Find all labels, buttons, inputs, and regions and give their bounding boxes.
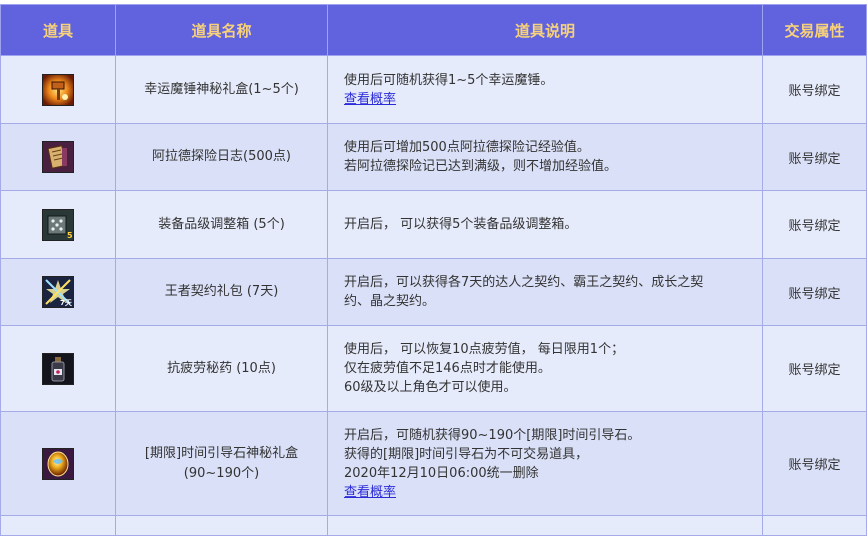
view-probability-link[interactable]: 查看概率 — [344, 483, 396, 502]
item-desc-line: 开启后， 可以获得5个装备品级调整箱。 — [344, 217, 578, 232]
item-name: 阿拉德探险日志(500点) — [152, 149, 291, 164]
table-row: [期限]时间引导石神秘礼盒 (90~190个) 开启后，可随机获得90~190个… — [0, 411, 867, 516]
item-name-cell: 幸运魔锤神秘礼盒(1~5个) — [115, 55, 328, 124]
icon-cell — [0, 123, 116, 191]
header-name: 道具名称 — [115, 4, 328, 56]
icon-cell — [0, 55, 116, 124]
header-desc: 道具说明 — [327, 4, 763, 56]
item-desc-line: 约、晶之契约。 — [344, 294, 436, 309]
trade-attribute: 账号绑定 — [762, 411, 867, 516]
item-name: 抗疲劳秘药 (10点) — [167, 360, 276, 376]
icon-cell: 5 — [0, 190, 116, 259]
item-name-quantity: (90~190个) — [183, 465, 260, 481]
grade-adjust-box-icon: 5 — [42, 208, 74, 241]
header-trade: 交易属性 — [762, 4, 867, 56]
time-guide-stone-box-icon — [42, 447, 74, 480]
king-contract-icon: 7天 — [42, 276, 74, 308]
item-name-cell: 阿拉德探险日志(500点) — [115, 123, 328, 191]
item-desc-cell: 开启后，可随机获得90~190个[期限]时间引导石。 获得的[期限]时间引导石为… — [327, 411, 763, 516]
item-desc-cell: 使用后可增加500点阿拉德探险记经验值。 若阿拉德探险记已达到满级，则不增加经验… — [327, 123, 763, 191]
item-name-cell: 王者契约礼包 (7天) — [115, 258, 328, 326]
item-table: 道具 道具名称 道具说明 交易属性 幸运魔锤神秘礼盒(1~5个) 使用后可随机获… — [0, 4, 867, 536]
trade-attribute: 账号绑定 — [762, 258, 867, 326]
trade-attribute: 账号绑定 — [762, 190, 867, 259]
item-desc-line: 若阿拉德探险记已达到满级，则不增加经验值。 — [344, 159, 618, 174]
table-row: 幸运魔锤神秘礼盒(1~5个) 使用后可随机获得1~5个幸运魔锤。 查看概率 账号… — [0, 55, 867, 124]
item-desc-cell: 使用后可随机获得1~5个幸运魔锤。 查看概率 — [327, 55, 763, 124]
item-name-cell: 装备品级调整箱 (5个) — [115, 190, 328, 259]
trade-attribute: 账号绑定 — [762, 123, 867, 191]
trade-attribute: 账号绑定 — [762, 55, 867, 124]
item-desc-cell: 使用后， 可以恢复10点疲劳值， 每日限用1个； 仅在疲劳值不足146点时才能使… — [327, 325, 763, 412]
item-desc-line: 开启后，可随机获得90~190个[期限]时间引导石。 — [344, 427, 641, 443]
item-name: [期限]时间引导石神秘礼盒 — [144, 445, 299, 461]
item-name-cell: 抗疲劳秘药 (10点) — [115, 325, 328, 412]
arad-journal-icon — [42, 141, 74, 173]
item-desc-line: 使用后， 可以恢复10点疲劳值， 每日限用1个； — [344, 342, 625, 357]
table-row: 阿拉德探险日志(500点) 使用后可增加500点阿拉德探险记经验值。 若阿拉德探… — [0, 123, 867, 191]
trade-attribute: 账号绑定 — [762, 325, 867, 412]
icon-cell — [0, 411, 116, 516]
table-row: 7天 王者契约礼包 (7天) 开启后，可以获得各7天的达人之契约、霸王之契约、成… — [0, 258, 867, 326]
svg-text:5: 5 — [67, 231, 73, 240]
item-desc-line: 仅在疲劳值不足146点时才能使用。 — [344, 361, 551, 376]
item-desc-cell: 开启后，可以获得各7天的达人之契约、霸王之契约、成长之契 约、晶之契约。 — [327, 258, 763, 326]
svg-text:7天: 7天 — [60, 299, 73, 307]
table-row: 抗疲劳秘药 (10点) 使用后， 可以恢复10点疲劳值， 每日限用1个； 仅在疲… — [0, 325, 867, 412]
item-desc-line: 2020年12月10日06:00统一删除 — [344, 465, 539, 481]
lucky-hammer-box-icon — [42, 73, 74, 106]
item-name: 装备品级调整箱 (5个) — [158, 216, 285, 232]
item-desc-line: 60级及以上角色才可以使用。 — [344, 380, 517, 395]
item-desc-cell: 开启后， 可以获得5个装备品级调整箱。 — [327, 190, 763, 259]
item-name: 王者契约礼包 (7天) — [164, 284, 279, 299]
item-desc-line: 使用后可增加500点阿拉德探险记经验值。 — [344, 140, 590, 155]
item-desc-line: 使用后可随机获得1~5个幸运魔锤。 — [344, 72, 554, 88]
item-desc-line: 获得的[期限]时间引导石为不可交易道具， — [344, 446, 589, 462]
fatigue-potion-icon — [42, 352, 74, 385]
item-name-cell: [期限]时间引导石神秘礼盒 (90~190个) — [115, 411, 328, 516]
table-header-row: 道具 道具名称 道具说明 交易属性 — [0, 4, 867, 56]
header-icon: 道具 — [0, 4, 116, 56]
table-row: 5 装备品级调整箱 (5个) 开启后， 可以获得5个装备品级调整箱。 账号绑定 — [0, 190, 867, 259]
view-probability-link[interactable]: 查看概率 — [344, 90, 396, 109]
item-desc-line: 开启后，可以获得各7天的达人之契约、霸王之契约、成长之契 — [344, 275, 704, 290]
icon-cell — [0, 325, 116, 412]
icon-cell: 7天 — [0, 258, 116, 326]
item-name: 幸运魔锤神秘礼盒(1~5个) — [144, 81, 299, 97]
